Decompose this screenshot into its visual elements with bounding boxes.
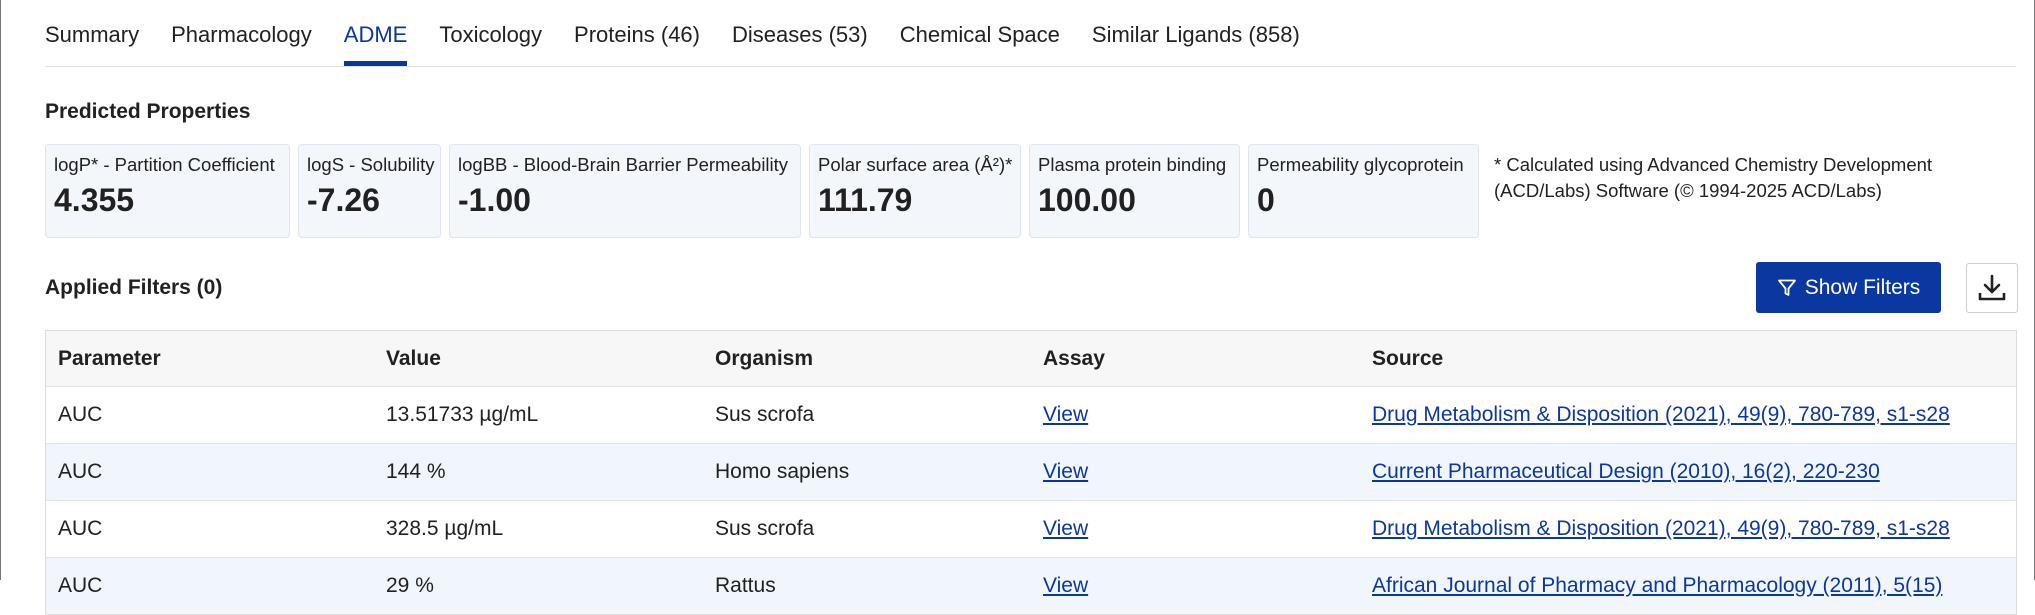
tab-toxicology[interactable]: Toxicology [439,0,542,66]
table-header-row: Parameter Value Organism Assay Source [46,331,2016,387]
cell-organism: Sus scrofa [715,517,815,540]
cell-value: 13.51733 µg/mL [386,403,539,426]
tab-similar-ligands[interactable]: Similar Ligands (858) [1092,0,1300,66]
table-row: AUC 144 % Homo sapiens View Current Phar… [46,444,2016,501]
filter-icon [1777,278,1797,298]
property-label: Plasma protein binding [1038,154,1227,175]
cell-parameter: AUC [58,460,103,483]
property-cards: logP* - Partition Coefficient 4.355 logS… [45,144,1479,238]
property-label: Polar surface area (Å²)* [818,154,1013,175]
column-header-assay[interactable]: Assay [1031,347,1360,371]
property-value: -1.00 [458,182,531,218]
property-card-logbb: logBB - Blood-Brain Barrier Permeability… [449,144,801,238]
column-header-organism[interactable]: Organism [703,347,1031,371]
column-header-value[interactable]: Value [374,347,703,371]
cell-organism: Sus scrofa [715,403,815,426]
tab-summary[interactable]: Summary [45,0,139,66]
tab-chemical-space[interactable]: Chemical Space [900,0,1060,66]
cell-organism: Homo sapiens [715,460,850,483]
tab-proteins[interactable]: Proteins (46) [574,0,700,66]
source-link[interactable]: African Journal of Pharmacy and Pharmaco… [1372,574,1942,597]
property-card-polar-surface-area: Polar surface area (Å²)* 111.79 [809,144,1021,238]
cell-value: 144 % [386,460,446,483]
property-value: 4.355 [54,182,135,218]
assay-view-link[interactable]: View [1043,403,1088,426]
property-label: logBB - Blood-Brain Barrier Permeability [458,154,789,175]
cell-value: 328.5 µg/mL [386,517,504,540]
tab-adme[interactable]: ADME [343,0,407,66]
table-row: AUC 328.5 µg/mL Sus scrofa View Drug Met… [46,501,2016,558]
property-card-plasma-protein-binding: Plasma protein binding 100.00 [1029,144,1240,238]
acd-labs-footnote: * Calculated using Advanced Chemistry De… [1494,154,1933,201]
tabs-divider [45,66,2016,67]
property-label: Permeability glycoprotein [1257,154,1464,175]
table-row: AUC 29 % Rattus View African Journal of … [46,558,2016,615]
cell-parameter: AUC [58,574,103,597]
applied-filters-title: Applied Filters (0) [45,276,223,299]
cell-parameter: AUC [58,517,103,540]
property-value: 0 [1257,182,1275,218]
table-row: AUC 13.51733 µg/mL Sus scrofa View Drug … [46,387,2016,444]
cell-organism: Rattus [715,574,776,597]
adme-table: Parameter Value Organism Assay Source AU… [45,330,2017,615]
property-value: 100.00 [1038,182,1136,218]
property-label: logP* - Partition Coefficient [54,154,275,175]
property-card-logp: logP* - Partition Coefficient 4.355 [45,144,290,238]
property-label: logS - Solubility [307,154,435,175]
download-button[interactable] [1966,263,2018,313]
cell-parameter: AUC [58,403,103,426]
property-value: 111.79 [818,182,913,218]
property-card-permeability-glycoprotein: Permeability glycoprotein 0 [1248,144,1479,238]
assay-view-link[interactable]: View [1043,517,1088,540]
assay-view-link[interactable]: View [1043,460,1088,483]
property-value: -7.26 [307,182,380,218]
property-card-logs: logS - Solubility -7.26 [298,144,441,238]
tab-diseases[interactable]: Diseases (53) [732,0,868,66]
column-header-source[interactable]: Source [1360,347,2016,371]
predicted-properties-title: Predicted Properties [45,100,251,123]
assay-view-link[interactable]: View [1043,574,1088,597]
source-link[interactable]: Drug Metabolism & Disposition (2021), 49… [1372,403,1950,426]
show-filters-button[interactable]: Show Filters [1756,262,1941,313]
tab-pharmacology[interactable]: Pharmacology [171,0,312,66]
show-filters-label: Show Filters [1804,275,1921,299]
column-header-parameter[interactable]: Parameter [46,347,374,371]
cell-value: 29 % [386,574,434,597]
source-link[interactable]: Drug Metabolism & Disposition (2021), 49… [1372,517,1950,540]
download-icon [1976,272,2008,304]
tab-bar: Summary Pharmacology ADME Toxicology Pro… [45,0,1332,66]
source-link[interactable]: Current Pharmaceutical Design (2010), 16… [1372,460,1880,483]
